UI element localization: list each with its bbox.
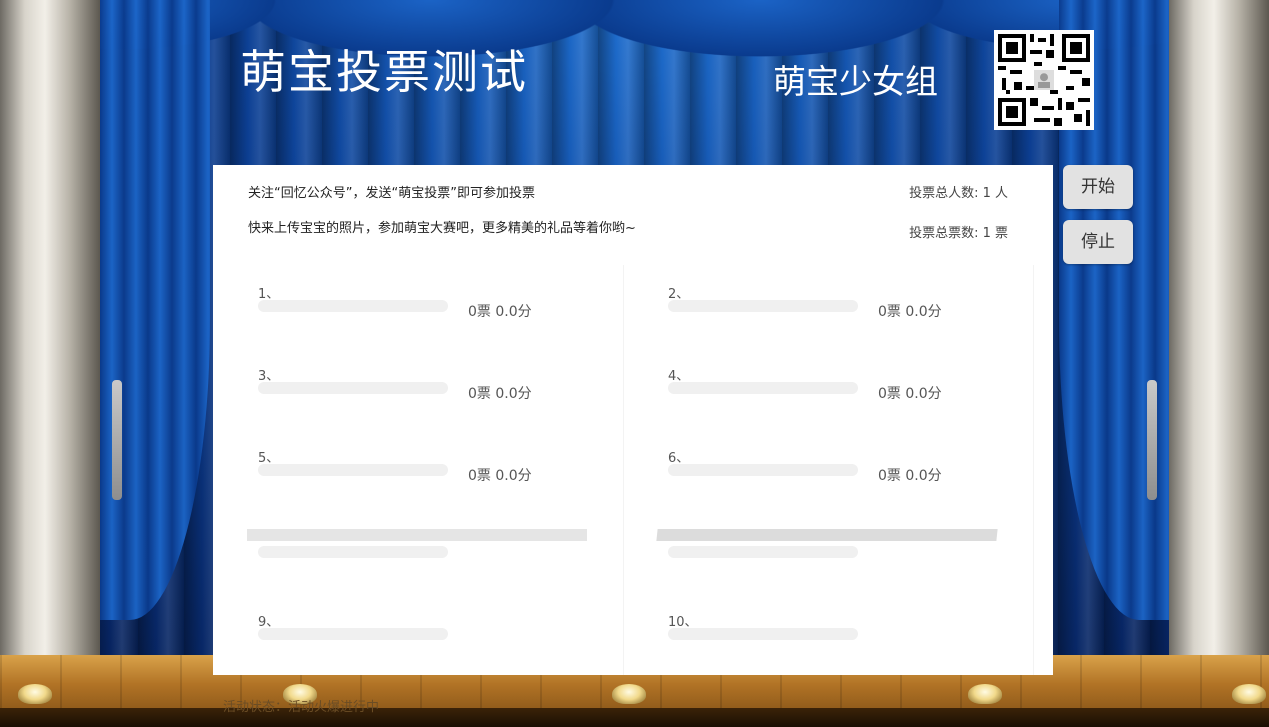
entry-card[interactable]: 1、 0票 0.0分 xyxy=(233,265,624,347)
vote-panel: 关注“回忆公众号”，发送“萌宝投票”即可参加投票 快来上传宝宝的照片，参加萌宝大… xyxy=(213,165,1053,675)
entry-card[interactable]: 2、 0票 0.0分 xyxy=(643,265,1034,347)
footlight xyxy=(1232,684,1266,704)
footlight xyxy=(968,684,1002,704)
group-name: 萌宝少女组 xyxy=(773,62,938,101)
entry-score: 0票 0.0分 xyxy=(468,468,532,484)
total-votes: 投票总票数: 1 票 xyxy=(909,226,1008,241)
entry-card[interactable]: 4、 0票 0.0分 xyxy=(643,347,1034,429)
entry-name-placeholder xyxy=(258,382,448,394)
entry-card[interactable] xyxy=(233,511,624,593)
entry-score: 0票 0.0分 xyxy=(468,386,532,402)
entry-name-placeholder xyxy=(258,546,448,558)
footlight xyxy=(612,684,646,704)
entry-name-placeholder xyxy=(668,628,858,640)
entry-card[interactable]: 3、 0票 0.0分 xyxy=(233,347,624,429)
entry-name-placeholder xyxy=(668,464,858,476)
entry-score: 0票 0.0分 xyxy=(468,304,532,320)
entry-score: 0票 0.0分 xyxy=(878,386,942,402)
entry-name-placeholder xyxy=(668,300,858,312)
left-pillar xyxy=(0,0,100,660)
entry-name-placeholder xyxy=(258,464,448,476)
right-tassel xyxy=(1147,380,1157,500)
loading-strip xyxy=(247,529,587,541)
page-title: 萌宝投票测试 xyxy=(240,45,528,99)
total-people: 投票总人数: 1 人 xyxy=(909,186,1008,201)
entry-score: 0票 0.0分 xyxy=(878,304,942,320)
right-pillar xyxy=(1169,0,1269,660)
activity-status: 活动状态：活动火爆进行中 xyxy=(223,700,380,715)
start-button[interactable]: 开始 xyxy=(1063,165,1133,209)
entry-name-placeholder xyxy=(258,628,448,640)
stop-button[interactable]: 停止 xyxy=(1063,220,1133,264)
stage-edge xyxy=(0,708,1269,727)
entry-card[interactable]: 6、 0票 0.0分 xyxy=(643,429,1034,511)
entry-name-placeholder xyxy=(668,382,858,394)
entry-score: 0票 0.0分 xyxy=(878,468,942,484)
loading-strip xyxy=(656,529,998,541)
entry-card[interactable]: 5、 0票 0.0分 xyxy=(233,429,624,511)
left-tassel xyxy=(112,380,122,500)
footlight xyxy=(18,684,52,704)
notice-upload: 快来上传宝宝的照片，参加萌宝大赛吧，更多精美的礼品等着你哟~ xyxy=(248,221,636,236)
entry-card[interactable]: 10、 xyxy=(643,593,1034,675)
entry-name-placeholder xyxy=(258,300,448,312)
notice-follow: 关注“回忆公众号”，发送“萌宝投票”即可参加投票 xyxy=(248,186,535,201)
qr-code-icon xyxy=(994,30,1094,130)
entry-name-placeholder xyxy=(668,546,858,558)
entry-card[interactable]: 9、 xyxy=(233,593,624,675)
entry-card[interactable] xyxy=(643,511,1034,593)
